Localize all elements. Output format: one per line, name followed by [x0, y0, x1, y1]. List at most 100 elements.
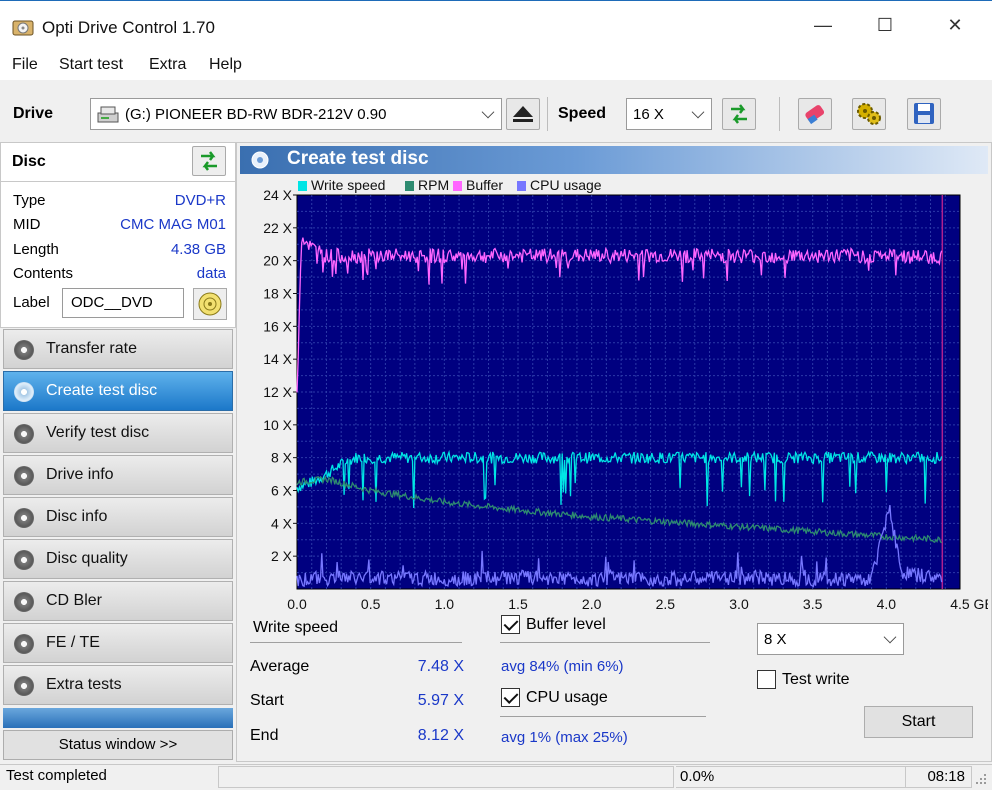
speed-select[interactable]: 16 X	[626, 98, 712, 130]
disc-icon	[14, 508, 34, 528]
cpu-usage-label: CPU usage	[526, 689, 608, 706]
speed-value: 16 X	[633, 106, 664, 123]
status-text: Test completed	[6, 767, 107, 784]
x-tick-label: 1.5	[508, 596, 528, 610]
divider	[500, 716, 706, 717]
refresh-speed-button[interactable]	[722, 98, 756, 130]
start-button[interactable]: Start	[864, 706, 973, 738]
y-tick-label: 2 X	[271, 548, 293, 564]
x-tick-label: 0.0	[287, 596, 307, 610]
disc-mid-value: CMC MAG M01	[120, 216, 226, 233]
toolbar-separator	[547, 97, 548, 131]
disc-icon	[251, 151, 269, 169]
eject-icon	[513, 106, 533, 122]
chart-plot-area: 2 X 4 X 6 X 8 X 10 X 12 X 14 X 16 X 18 X 20 X 22 X…	[263, 187, 988, 610]
nav-drive-info[interactable]: Drive info	[3, 455, 233, 495]
y-tick-label: 10 X	[263, 417, 292, 433]
nav-fe-te[interactable]: FE / TE	[3, 623, 233, 663]
settings-button[interactable]	[852, 98, 886, 130]
resize-grip-icon[interactable]	[974, 772, 988, 786]
menu-start-test[interactable]: Start test	[59, 56, 123, 74]
disc-type-value: DVD+R	[174, 192, 226, 209]
nav-verify-test-disc[interactable]: Verify test disc	[3, 413, 233, 453]
disc-icon	[14, 340, 34, 360]
x-tick-label: 2.5	[656, 596, 676, 610]
progress-bar	[218, 766, 674, 788]
nav-extra-tests[interactable]: Extra tests	[3, 665, 233, 705]
end-label: End	[250, 727, 279, 744]
write-speed-select[interactable]: 8 X	[757, 623, 904, 655]
nav-transfer-rate[interactable]: Transfer rate	[3, 329, 233, 369]
disc-refresh-button[interactable]	[192, 146, 226, 176]
write-speed-heading: Write speed	[253, 619, 339, 636]
nav-disc-quality[interactable]: Disc quality	[3, 539, 233, 579]
test-write-checkbox[interactable]	[757, 670, 776, 689]
disc-icon	[14, 634, 34, 654]
y-tick-label: 24 X	[263, 187, 292, 203]
disc-contents-value: data	[196, 265, 226, 282]
start-value: 5.97 X	[417, 692, 464, 709]
chevron-down-icon	[481, 105, 495, 119]
end-value: 8.12 X	[417, 727, 464, 744]
x-tick-label: 3.0	[729, 596, 749, 610]
gear-icon	[857, 103, 881, 125]
y-tick-label: 8 X	[271, 450, 293, 466]
x-tick-label: 2.0	[582, 596, 602, 610]
disc-icon	[14, 592, 34, 612]
buffer-level-checkbox[interactable]	[501, 615, 520, 634]
nav-create-test-disc[interactable]: Create test disc	[3, 371, 233, 411]
nav-label: Disc quality	[46, 550, 128, 567]
start-label: Start	[250, 692, 284, 709]
save-button[interactable]	[907, 98, 941, 130]
divider	[250, 642, 462, 643]
buffer-level-value: avg 84% (min 6%)	[501, 658, 624, 675]
nav-cd-bler[interactable]: CD Bler	[3, 581, 233, 621]
y-tick-label: 6 X	[271, 483, 293, 499]
x-tick-label: 0.5	[361, 596, 381, 610]
y-tick-label: 22 X	[263, 220, 292, 236]
write-speed-chart: 2 X 4 X 6 X 8 X 10 X 12 X 14 X 16 X 18 X 20 X 22 X…	[263, 187, 988, 610]
cd-icon	[198, 292, 222, 316]
disc-icon	[14, 424, 34, 444]
x-tick-label: 3.5	[803, 596, 823, 610]
erase-button[interactable]	[798, 98, 832, 130]
refresh-arrows-icon	[731, 104, 747, 124]
chevron-down-icon	[883, 630, 897, 644]
y-tick-label: 16 X	[263, 318, 292, 334]
disc-heading: Disc	[12, 153, 46, 170]
y-tick-label: 12 X	[263, 384, 292, 400]
nav-disc-info[interactable]: Disc info	[3, 497, 233, 537]
close-button[interactable]: ✕	[932, 10, 978, 40]
buffer-level-label: Buffer level	[526, 616, 606, 633]
nav-label: CD Bler	[46, 592, 103, 609]
disc-icon	[14, 466, 34, 486]
speed-label: Speed	[558, 105, 607, 122]
disc-label-field[interactable]: ODC__DVD	[62, 288, 184, 318]
write-speed-select-value: 8 X	[764, 631, 787, 648]
divider	[500, 642, 710, 643]
drive-select[interactable]: (G:) PIONEER BD-RW BDR-212V 0.90	[90, 98, 502, 130]
x-tick-label: 1.0	[435, 596, 455, 610]
nav-label: Verify test disc	[46, 424, 150, 441]
x-tick-label: 4.0	[877, 596, 897, 610]
cpu-usage-checkbox[interactable]	[501, 688, 520, 707]
nav-label: FE / TE	[46, 634, 100, 651]
menu-help[interactable]: Help	[209, 56, 242, 74]
nav-label: Transfer rate	[46, 340, 137, 357]
menu-file[interactable]: File	[12, 56, 38, 74]
disc-label-button[interactable]	[193, 288, 227, 320]
eject-button[interactable]	[506, 98, 540, 130]
window-title: Opti Drive Control 1.70	[42, 18, 215, 37]
maximize-button[interactable]: ☐	[862, 10, 908, 40]
average-value: 7.48 X	[417, 658, 464, 675]
drive-label: Drive	[13, 105, 54, 122]
panel-title: Create test disc	[287, 148, 429, 169]
nav-label: Disc info	[46, 508, 108, 525]
y-tick-label: 14 X	[263, 351, 292, 367]
menu-extra[interactable]: Extra	[149, 56, 186, 74]
minimize-button[interactable]: —	[800, 10, 846, 40]
nav-label: Drive info	[46, 466, 114, 483]
nav-spacer	[3, 708, 233, 728]
status-window-button[interactable]: Status window >>	[3, 730, 233, 760]
floppy-disk-icon	[914, 103, 934, 124]
